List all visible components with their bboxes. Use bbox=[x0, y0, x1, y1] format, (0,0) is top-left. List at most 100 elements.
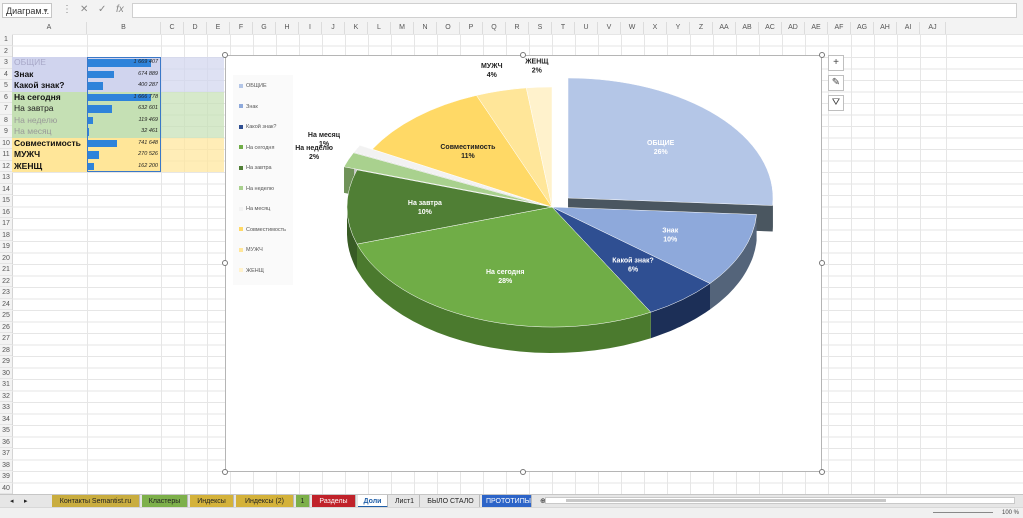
table-row-value[interactable]: 270 526 bbox=[87, 149, 161, 161]
column-header[interactable]: G bbox=[253, 22, 276, 34]
legend-entry[interactable]: На сегодня bbox=[239, 145, 274, 151]
table-row-label[interactable]: Какой знак? bbox=[12, 80, 87, 92]
row-header[interactable]: 37 bbox=[0, 448, 12, 460]
row-header[interactable]: 26 bbox=[0, 322, 12, 334]
row-header[interactable]: 9 bbox=[0, 126, 12, 138]
column-header[interactable]: H bbox=[276, 22, 299, 34]
column-header[interactable]: C bbox=[161, 22, 184, 34]
table-row-label[interactable]: Совместимость bbox=[12, 138, 87, 150]
row-header[interactable]: 4 bbox=[0, 69, 12, 81]
row-header[interactable]: 3 bbox=[0, 57, 12, 69]
column-header[interactable]: Z bbox=[690, 22, 713, 34]
column-header[interactable]: E bbox=[207, 22, 230, 34]
legend-entry[interactable]: Совместимость bbox=[239, 227, 286, 233]
column-header[interactable]: I bbox=[299, 22, 322, 34]
table-row-value[interactable]: 32 461 bbox=[87, 126, 161, 138]
table-row-label[interactable]: На неделю bbox=[12, 115, 87, 127]
column-header[interactable]: K bbox=[345, 22, 368, 34]
row-header[interactable]: 28 bbox=[0, 345, 12, 357]
row-header[interactable]: 27 bbox=[0, 333, 12, 345]
row-header[interactable]: 30 bbox=[0, 368, 12, 380]
table-row-value[interactable]: 1 666 778 bbox=[87, 92, 161, 104]
column-header[interactable]: AB bbox=[736, 22, 759, 34]
scrollbar-thumb[interactable] bbox=[566, 499, 886, 502]
column-header[interactable]: AG bbox=[851, 22, 874, 34]
row-header[interactable]: 6 bbox=[0, 92, 12, 104]
legend-entry[interactable]: На месяц bbox=[239, 206, 270, 212]
table-row-value[interactable]: 674 889 bbox=[87, 69, 161, 81]
legend-entry[interactable]: Знак bbox=[239, 104, 258, 110]
table-row-label[interactable]: ОБЩИЕ bbox=[12, 57, 87, 69]
row-header[interactable]: 34 bbox=[0, 414, 12, 426]
legend-entry[interactable]: На неделю bbox=[239, 186, 274, 192]
row-header[interactable]: 11 bbox=[0, 149, 12, 161]
row-header[interactable]: 25 bbox=[0, 310, 12, 322]
column-header[interactable]: AA bbox=[713, 22, 736, 34]
chart-elements-button[interactable]: + bbox=[828, 55, 844, 71]
legend-entry[interactable]: На завтра bbox=[239, 165, 272, 171]
table-row-value[interactable]: 162 200 bbox=[87, 161, 161, 173]
table-row-label[interactable]: ЖЕНЩ bbox=[12, 161, 87, 173]
chart-area[interactable] bbox=[225, 55, 822, 472]
column-header[interactable]: W bbox=[621, 22, 644, 34]
column-header[interactable]: AF bbox=[828, 22, 851, 34]
column-header[interactable]: AI bbox=[897, 22, 920, 34]
legend-entry[interactable]: Какой знак? bbox=[239, 124, 276, 130]
resize-handle[interactable] bbox=[222, 52, 228, 58]
resize-handle[interactable] bbox=[222, 469, 228, 475]
table-row-value[interactable]: 1 669 407 bbox=[87, 57, 161, 69]
legend-entry[interactable]: ЖЕНЩ bbox=[239, 268, 264, 274]
resize-handle[interactable] bbox=[520, 469, 526, 475]
row-header[interactable]: 38 bbox=[0, 460, 12, 472]
table-row-label[interactable]: На сегодня bbox=[12, 92, 87, 104]
row-header[interactable]: 29 bbox=[0, 356, 12, 368]
column-header[interactable]: AD bbox=[782, 22, 805, 34]
column-header[interactable]: M bbox=[391, 22, 414, 34]
row-header[interactable]: 1 bbox=[0, 34, 12, 46]
table-row-label[interactable]: МУЖЧ bbox=[12, 149, 87, 161]
column-header[interactable]: S bbox=[529, 22, 552, 34]
function-icon[interactable]: fx bbox=[116, 4, 124, 15]
resize-handle[interactable] bbox=[222, 260, 228, 266]
row-header[interactable]: 22 bbox=[0, 276, 12, 288]
column-header[interactable]: Q bbox=[483, 22, 506, 34]
column-header[interactable]: AH bbox=[874, 22, 897, 34]
name-box[interactable]: Диаграм... ▼ bbox=[2, 3, 52, 18]
row-header[interactable]: 8 bbox=[0, 115, 12, 127]
table-row-value[interactable]: 119 469 bbox=[87, 115, 161, 127]
row-header[interactable]: 32 bbox=[0, 391, 12, 403]
resize-handle[interactable] bbox=[819, 52, 825, 58]
zoom-slider[interactable] bbox=[933, 512, 993, 513]
row-header[interactable]: 31 bbox=[0, 379, 12, 391]
table-row-label[interactable]: Знак bbox=[12, 69, 87, 81]
row-header[interactable]: 18 bbox=[0, 230, 12, 242]
horizontal-scrollbar[interactable] bbox=[545, 497, 1015, 504]
row-header[interactable]: 24 bbox=[0, 299, 12, 311]
resize-handle[interactable] bbox=[819, 260, 825, 266]
column-header[interactable]: Y bbox=[667, 22, 690, 34]
column-header[interactable]: P bbox=[460, 22, 483, 34]
column-header[interactable]: B bbox=[87, 22, 161, 34]
row-header[interactable]: 10 bbox=[0, 138, 12, 150]
column-header[interactable]: AJ bbox=[920, 22, 946, 34]
legend-entry[interactable]: ОБЩИЕ bbox=[239, 83, 267, 89]
column-header[interactable]: U bbox=[575, 22, 598, 34]
column-header[interactable]: N bbox=[414, 22, 437, 34]
cancel-icon[interactable]: ✕ bbox=[80, 4, 88, 15]
row-header[interactable]: 39 bbox=[0, 471, 12, 483]
row-header[interactable]: 40 bbox=[0, 483, 12, 495]
column-header[interactable]: AC bbox=[759, 22, 782, 34]
row-header[interactable]: 5 bbox=[0, 80, 12, 92]
chart-styles-button[interactable]: ✎ bbox=[828, 75, 844, 91]
column-header[interactable]: AE bbox=[805, 22, 828, 34]
table-row-label[interactable]: На завтра bbox=[12, 103, 87, 115]
table-row-label[interactable]: На месяц bbox=[12, 126, 87, 138]
formula-input[interactable] bbox=[132, 3, 1017, 18]
column-header[interactable]: V bbox=[598, 22, 621, 34]
table-row-value[interactable]: 632 601 bbox=[87, 103, 161, 115]
row-header[interactable]: 13 bbox=[0, 172, 12, 184]
column-header[interactable]: A bbox=[12, 22, 87, 34]
row-header[interactable]: 12 bbox=[0, 161, 12, 173]
resize-handle[interactable] bbox=[520, 52, 526, 58]
row-header[interactable]: 21 bbox=[0, 264, 12, 276]
